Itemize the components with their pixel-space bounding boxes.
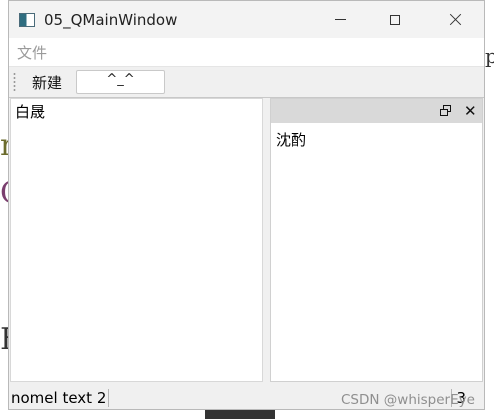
window-title: 05_QMainWindow xyxy=(44,10,178,29)
background-glyph: p xyxy=(485,44,494,68)
toolbar-drag-handle[interactable] xyxy=(13,72,16,92)
maximize-icon xyxy=(390,14,400,25)
central-text-edit[interactable]: 白晟 xyxy=(10,98,263,382)
close-icon xyxy=(449,13,462,26)
dock-title-bar[interactable]: ✕ xyxy=(271,99,482,123)
app-window-icon xyxy=(19,12,35,27)
main-window: 05_QMainWindow 文件 新建 ^_^ 白晟 ✕ 沈酌 nomel t… xyxy=(8,0,485,410)
close-button[interactable] xyxy=(432,1,478,38)
toolbar: 新建 ^_^ xyxy=(9,67,484,98)
central-text-content: 白晟 xyxy=(15,103,46,121)
desktop-background-right: p xyxy=(485,0,494,419)
desktop-background-bottom xyxy=(205,410,275,419)
watermark-text: CSDN @whisperEye xyxy=(341,392,475,408)
minimize-button[interactable] xyxy=(317,1,363,38)
dock-widget: ✕ 沈酌 xyxy=(270,98,483,382)
title-bar[interactable]: 05_QMainWindow xyxy=(9,1,484,38)
dock-close-button[interactable]: ✕ xyxy=(464,103,477,119)
dock-float-button[interactable] xyxy=(440,105,452,117)
status-message: nomel text 2 xyxy=(11,389,110,407)
float-icon-back xyxy=(440,109,448,116)
new-button[interactable]: 新建 xyxy=(32,72,62,93)
menu-file[interactable]: 文件 xyxy=(17,42,47,63)
maximize-button[interactable] xyxy=(372,1,418,38)
toolbar-button-smile[interactable]: ^_^ xyxy=(76,70,166,94)
dock-text-content: 沈酌 xyxy=(276,131,307,149)
menu-bar: 文件 xyxy=(9,38,484,67)
minimize-icon xyxy=(334,19,346,20)
